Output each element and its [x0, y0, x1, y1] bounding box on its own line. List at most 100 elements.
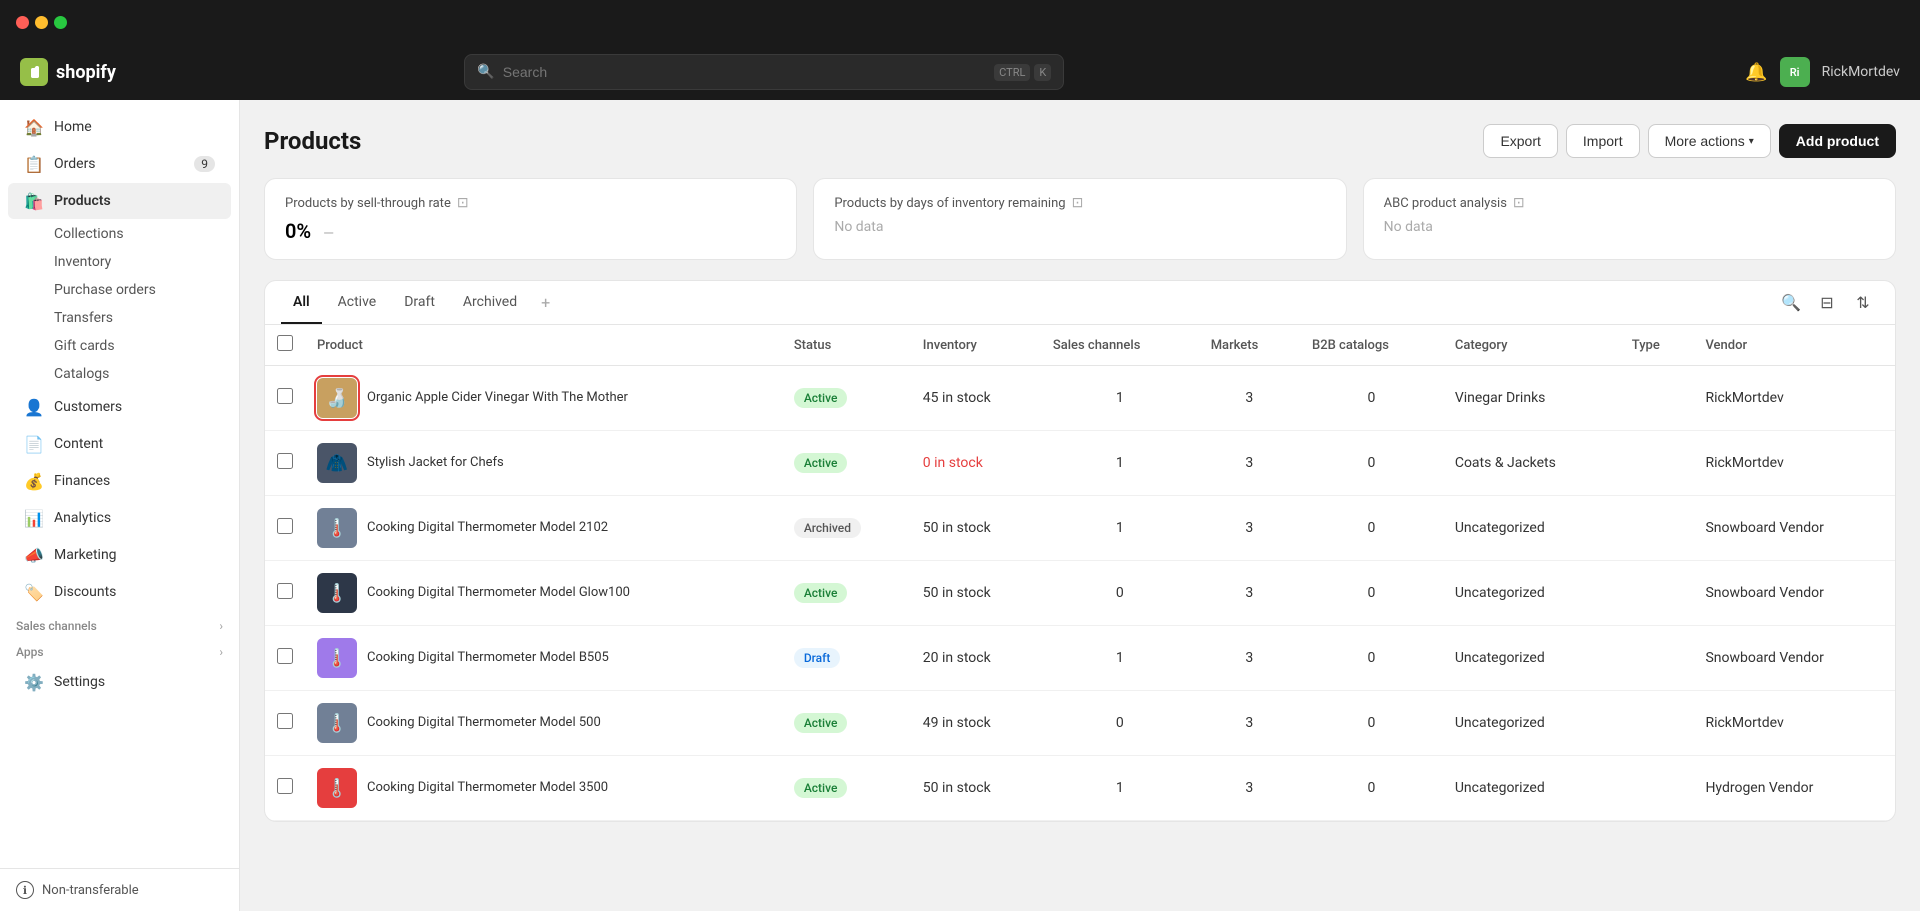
- row-b2b-cell: 0: [1300, 431, 1443, 496]
- row-markets-cell: 3: [1199, 561, 1300, 626]
- col-sales-channels: Sales channels: [1041, 325, 1199, 366]
- col-category: Category: [1443, 325, 1620, 366]
- row-status-cell: Active: [782, 691, 911, 756]
- row-checkbox-cell: [265, 431, 305, 496]
- row-checkbox-6[interactable]: [277, 713, 293, 729]
- tab-all[interactable]: All: [281, 282, 322, 324]
- stat-sell-through-label: Products by sell-through rate ⊡: [285, 195, 776, 211]
- row-product-cell[interactable]: 🌡️ Cooking Digital Thermometer Model 500: [305, 691, 782, 756]
- row-vendor-cell: Hydrogen Vendor: [1693, 756, 1895, 821]
- row-checkbox-4[interactable]: [277, 583, 293, 599]
- table-tabs: All Active Draft Archived + 🔍 ⊟ ⇅: [265, 281, 1895, 325]
- search-input[interactable]: [503, 64, 986, 80]
- row-checkbox-7[interactable]: [277, 778, 293, 794]
- row-markets-cell: 3: [1199, 756, 1300, 821]
- sidebar-item-analytics[interactable]: 📊 Analytics: [8, 500, 231, 536]
- status-badge-2: Active: [794, 453, 848, 473]
- sidebar-item-orders[interactable]: 📋 Orders 9: [8, 146, 231, 182]
- filter-table-button[interactable]: ⊟: [1811, 287, 1843, 319]
- export-button[interactable]: Export: [1483, 124, 1557, 158]
- sidebar-item-products[interactable]: 🛍️ Products: [8, 183, 231, 219]
- row-category-cell: Uncategorized: [1443, 561, 1620, 626]
- maximize-button[interactable]: [54, 16, 67, 29]
- row-product-cell[interactable]: 🌡️ Cooking Digital Thermometer Model 210…: [305, 496, 782, 561]
- sidebar-item-customers[interactable]: 👤 Customers: [8, 389, 231, 425]
- row-checkbox-1[interactable]: [277, 388, 293, 404]
- import-button[interactable]: Import: [1566, 124, 1640, 158]
- notification-button[interactable]: 🔔: [1745, 62, 1767, 83]
- table-row[interactable]: 🌡️ Cooking Digital Thermometer Model 210…: [265, 496, 1895, 561]
- row-product-cell[interactable]: 🌡️ Cooking Digital Thermometer Model 350…: [305, 756, 782, 821]
- more-actions-chevron-icon: ▾: [1749, 136, 1754, 147]
- tab-active[interactable]: Active: [326, 282, 389, 324]
- col-inventory: Inventory: [911, 325, 1041, 366]
- row-b2b-cell: 0: [1300, 496, 1443, 561]
- row-type-cell: [1620, 756, 1694, 821]
- row-checkbox-5[interactable]: [277, 648, 293, 664]
- row-inventory-cell: 20 in stock: [911, 626, 1041, 691]
- product-name-3: Cooking Digital Thermometer Model 2102: [367, 519, 608, 537]
- row-checkbox-2[interactable]: [277, 453, 293, 469]
- search-table-button[interactable]: 🔍: [1775, 287, 1807, 319]
- row-vendor-cell: RickMortdev: [1693, 366, 1895, 431]
- tab-add-button[interactable]: +: [533, 281, 558, 324]
- sidebar-item-home[interactable]: 🏠 Home: [8, 109, 231, 145]
- apps-label: Apps: [16, 645, 44, 659]
- inventory-value-2: 0 in stock: [923, 455, 983, 471]
- sidebar-item-products-label: Products: [54, 193, 111, 209]
- select-all-checkbox[interactable]: [277, 335, 293, 351]
- titlebar: [0, 0, 1920, 44]
- row-b2b-cell: 0: [1300, 626, 1443, 691]
- row-product-cell[interactable]: 🍶 Organic Apple Cider Vinegar With The M…: [305, 366, 782, 431]
- table-row[interactable]: 🌡️ Cooking Digital Thermometer Model B50…: [265, 626, 1895, 691]
- product-name-2: Stylish Jacket for Chefs: [367, 454, 504, 472]
- row-inventory-cell: 50 in stock: [911, 496, 1041, 561]
- add-product-button[interactable]: Add product: [1779, 124, 1896, 158]
- row-product-cell[interactable]: 🌡️ Cooking Digital Thermometer Model B50…: [305, 626, 782, 691]
- home-icon: 🏠: [24, 117, 44, 137]
- sidebar-item-transfers[interactable]: Transfers: [46, 304, 231, 332]
- stat-card-sell-through: Products by sell-through rate ⊡ 0% —: [264, 178, 797, 260]
- row-product-cell[interactable]: 🌡️ Cooking Digital Thermometer Model Glo…: [305, 561, 782, 626]
- sidebar-item-content-label: Content: [54, 436, 103, 452]
- minimize-button[interactable]: [35, 16, 48, 29]
- inventory-value-3: 50 in stock: [923, 520, 991, 536]
- sort-table-button[interactable]: ⇅: [1847, 287, 1879, 319]
- inventory-value-5: 20 in stock: [923, 650, 991, 666]
- row-markets-cell: 3: [1199, 366, 1300, 431]
- table-row[interactable]: 🌡️ Cooking Digital Thermometer Model 500…: [265, 691, 1895, 756]
- customers-icon: 👤: [24, 397, 44, 417]
- sidebar-item-content[interactable]: 📄 Content: [8, 426, 231, 462]
- apps-expand-icon: ›: [219, 645, 223, 659]
- main-layout: 🏠 Home 📋 Orders 9 🛍️ Products Collection…: [0, 100, 1920, 911]
- sales-channels-section[interactable]: Sales channels ›: [0, 611, 239, 637]
- sidebar-item-inventory[interactable]: Inventory: [46, 248, 231, 276]
- sidebar-item-settings[interactable]: ⚙️ Settings: [8, 664, 231, 700]
- row-type-cell: [1620, 561, 1694, 626]
- tab-archived[interactable]: Archived: [451, 282, 529, 324]
- table-row[interactable]: 🌡️ Cooking Digital Thermometer Model 350…: [265, 756, 1895, 821]
- row-product-cell[interactable]: 🧥 Stylish Jacket for Chefs: [305, 431, 782, 496]
- sidebar-item-discounts[interactable]: 🏷️ Discounts: [8, 574, 231, 610]
- sales-channels-expand-icon: ›: [219, 619, 223, 633]
- search-bar[interactable]: 🔍 CTRL K: [464, 54, 1064, 90]
- more-actions-button[interactable]: More actions ▾: [1648, 124, 1771, 158]
- sidebar-item-finances[interactable]: 💰 Finances: [8, 463, 231, 499]
- table-row[interactable]: 🍶 Organic Apple Cider Vinegar With The M…: [265, 366, 1895, 431]
- sidebar-footer[interactable]: ℹ Non-transferable: [0, 868, 239, 911]
- apps-section[interactable]: Apps ›: [0, 637, 239, 663]
- table-row[interactable]: 🌡️ Cooking Digital Thermometer Model Glo…: [265, 561, 1895, 626]
- sidebar-item-marketing[interactable]: 📣 Marketing: [8, 537, 231, 573]
- sidebar-item-catalogs[interactable]: Catalogs: [46, 360, 231, 388]
- table-row[interactable]: 🧥 Stylish Jacket for Chefs Active 0 in s…: [265, 431, 1895, 496]
- sidebar-item-purchase-orders[interactable]: Purchase orders: [46, 276, 231, 304]
- tab-draft[interactable]: Draft: [392, 282, 447, 324]
- search-icon: 🔍: [477, 64, 494, 80]
- sidebar-item-finances-label: Finances: [54, 473, 110, 489]
- sidebar-item-collections[interactable]: Collections: [46, 220, 231, 248]
- sidebar-item-gift-cards[interactable]: Gift cards: [46, 332, 231, 360]
- close-button[interactable]: [16, 16, 29, 29]
- row-checkbox-3[interactable]: [277, 518, 293, 534]
- non-transferable-label: Non-transferable: [42, 883, 139, 898]
- row-markets-cell: 3: [1199, 496, 1300, 561]
